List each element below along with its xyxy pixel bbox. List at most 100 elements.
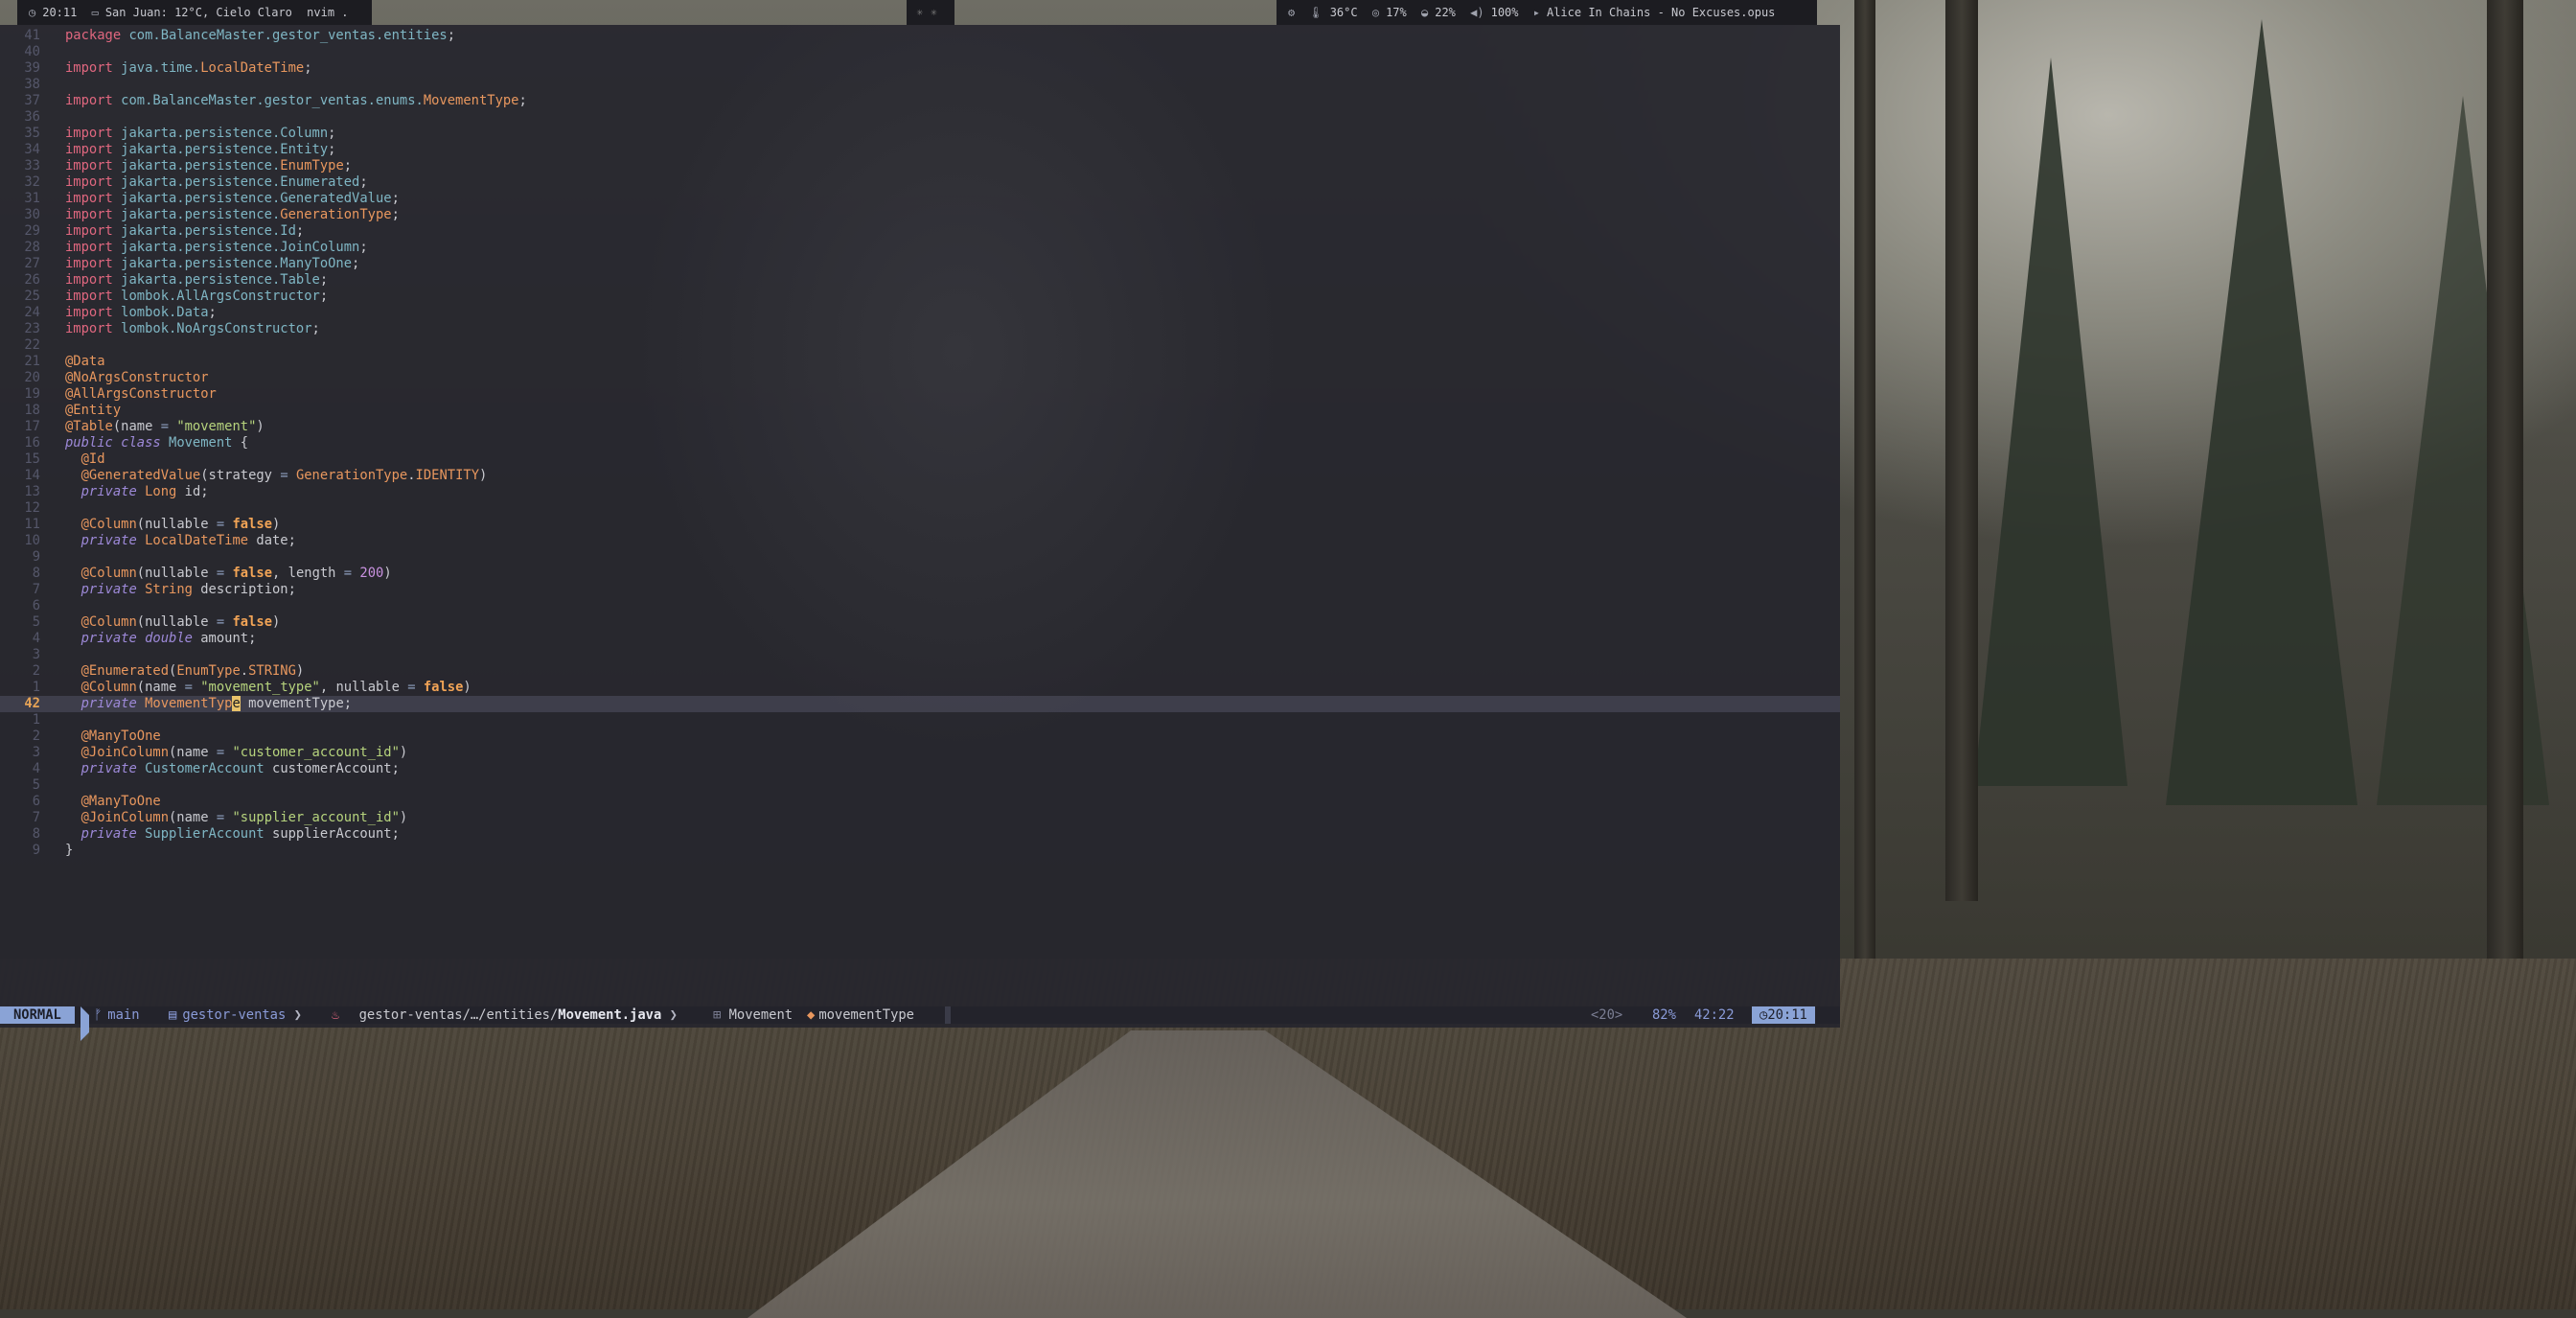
code-text[interactable]: import lombok.NoArgsConstructor; <box>65 321 320 336</box>
project-name[interactable]: ▤ gestor-ventas ❯ <box>169 1006 302 1024</box>
code-line[interactable]: 9} <box>0 843 1840 859</box>
code-line[interactable]: 12 <box>0 500 1840 517</box>
code-line[interactable]: 39 import java.time.LocalDateTime; <box>0 60 1840 77</box>
code-text[interactable]: @Data <box>65 354 105 369</box>
code-line[interactable]: 34 import jakarta.persistence.Entity; <box>0 142 1840 158</box>
code-line[interactable]: 4 private CustomerAccount customerAccoun… <box>0 761 1840 777</box>
breadcrumb-class[interactable]: ⊞ Movement <box>713 1006 793 1024</box>
code-text[interactable]: import jakarta.persistence.GenerationTyp… <box>65 207 400 222</box>
code-line[interactable]: 5 @Column(nullable = false) <box>0 614 1840 631</box>
code-buffer[interactable]: 41 package com.BalanceMaster.gestor_venta… <box>0 28 1840 859</box>
code-line[interactable]: 7 private String description; <box>0 582 1840 598</box>
code-line[interactable]: 23 import lombok.NoArgsConstructor; <box>0 321 1840 337</box>
git-branch[interactable]: ᚠ main <box>94 1006 140 1024</box>
code-line[interactable]: 17 @Table(name = "movement") <box>0 419 1840 435</box>
code-line[interactable]: 3 <box>0 647 1840 663</box>
code-text[interactable]: @JoinColumn(name = "customer_account_id"… <box>65 745 408 760</box>
code-text[interactable]: import jakarta.persistence.ManyToOne; <box>65 256 359 271</box>
code-text[interactable]: import jakarta.persistence.Column; <box>65 126 335 141</box>
code-text[interactable]: @AllArgsConstructor <box>65 386 217 402</box>
code-line[interactable]: 26 import jakarta.persistence.Table; <box>0 272 1840 289</box>
code-line[interactable]: 8 @Column(nullable = false, length = 200… <box>0 566 1840 582</box>
code-line[interactable]: 22 <box>0 337 1840 354</box>
code-line[interactable]: 10 private LocalDateTime date; <box>0 533 1840 549</box>
code-text[interactable]: import lombok.Data; <box>65 305 217 320</box>
code-text[interactable]: @Table(name = "movement") <box>65 419 264 434</box>
code-line[interactable]: 28 import jakarta.persistence.JoinColumn; <box>0 240 1840 256</box>
code-text[interactable]: package com.BalanceMaster.gestor_ventas.… <box>65 28 455 43</box>
code-line[interactable]: 21 @Data <box>0 354 1840 370</box>
code-line[interactable]: 24 import lombok.Data; <box>0 305 1840 321</box>
code-line[interactable]: 3 @JoinColumn(name = "customer_account_i… <box>0 745 1840 761</box>
code-line[interactable]: 4 private double amount; <box>0 631 1840 647</box>
code-text[interactable]: @ManyToOne <box>65 728 161 744</box>
code-line[interactable]: 6 @ManyToOne <box>0 794 1840 810</box>
code-text[interactable]: @Column(nullable = false, length = 200) <box>65 566 392 581</box>
code-line[interactable]: 25 import lombok.AllArgsConstructor; <box>0 289 1840 305</box>
code-text[interactable]: private double amount; <box>65 631 257 646</box>
code-line[interactable]: 15 @Id <box>0 451 1840 468</box>
code-text[interactable]: @NoArgsConstructor <box>65 370 209 385</box>
volume-icon[interactable]: ◀) <box>1470 6 1484 19</box>
code-text[interactable]: import jakarta.persistence.Id; <box>65 223 304 239</box>
code-text[interactable]: @ManyToOne <box>65 794 161 809</box>
code-line[interactable]: 40 <box>0 44 1840 60</box>
code-text[interactable]: import java.time.LocalDateTime; <box>65 60 312 76</box>
code-line[interactable]: 29 import jakarta.persistence.Id; <box>0 223 1840 240</box>
code-line[interactable]: 36 <box>0 109 1840 126</box>
code-line[interactable]: 30 import jakarta.persistence.GenerationT… <box>0 207 1840 223</box>
code-line[interactable]: 37 import com.BalanceMaster.gestor_ventas… <box>0 93 1840 109</box>
code-line[interactable]: 1 @Column(name = "movement_type", nullab… <box>0 680 1840 696</box>
code-line[interactable]: 19 @AllArgsConstructor <box>0 386 1840 403</box>
code-text[interactable]: @GeneratedValue(strategy = GenerationTyp… <box>65 468 488 483</box>
code-line[interactable]: 1 <box>0 712 1840 728</box>
code-line[interactable]: 2 @Enumerated(EnumType.STRING) <box>0 663 1840 680</box>
code-text[interactable]: @Entity <box>65 403 121 418</box>
code-line[interactable]: 9 <box>0 549 1840 566</box>
code-text[interactable]: import jakarta.persistence.EnumType; <box>65 158 352 173</box>
code-line[interactable]: 20 @NoArgsConstructor <box>0 370 1840 386</box>
code-text[interactable]: import lombok.AllArgsConstructor; <box>65 289 328 304</box>
code-line[interactable]: 33 import jakarta.persistence.EnumType; <box>0 158 1840 174</box>
code-line[interactable]: 8 private SupplierAccount supplierAccoun… <box>0 826 1840 843</box>
code-line[interactable]: 7 @JoinColumn(name = "supplier_account_i… <box>0 810 1840 826</box>
code-text[interactable]: private MovementType movementType; <box>65 696 352 711</box>
code-text[interactable]: private Long id; <box>65 484 209 499</box>
code-line[interactable]: 11 @Column(nullable = false) <box>0 517 1840 533</box>
code-text[interactable]: import jakarta.persistence.Table; <box>65 272 328 288</box>
code-line-current[interactable]: 42 private MovementType movementType; <box>0 696 1840 712</box>
code-text[interactable]: private CustomerAccount customerAccount; <box>65 761 400 776</box>
file-path[interactable]: ♨ gestor-ventas/…/entities/Movement.java… <box>332 1006 678 1024</box>
code-text[interactable]: import com.BalanceMaster.gestor_ventas.e… <box>65 93 527 108</box>
code-text[interactable]: @JoinColumn(name = "supplier_account_id"… <box>65 810 408 825</box>
code-text[interactable]: private SupplierAccount supplierAccount; <box>65 826 400 842</box>
code-line[interactable]: 38 <box>0 77 1840 93</box>
code-text[interactable]: @Enumerated(EnumType.STRING) <box>65 663 305 679</box>
code-line[interactable]: 18 @Entity <box>0 403 1840 419</box>
code-line[interactable]: 35 import jakarta.persistence.Column; <box>0 126 1840 142</box>
code-line[interactable]: 27 import jakarta.persistence.ManyToOne; <box>0 256 1840 272</box>
code-text[interactable]: @Column(nullable = false) <box>65 614 281 630</box>
code-text[interactable]: import jakarta.persistence.Enumerated; <box>65 174 368 190</box>
code-text[interactable]: import jakarta.persistence.GeneratedValu… <box>65 191 400 206</box>
code-line[interactable]: 31 import jakarta.persistence.GeneratedVa… <box>0 191 1840 207</box>
code-text[interactable]: import jakarta.persistence.JoinColumn; <box>65 240 368 255</box>
play-icon[interactable]: ▸ <box>1533 6 1540 19</box>
code-text[interactable]: @Id <box>65 451 105 467</box>
code-text[interactable]: } <box>65 843 73 858</box>
nvim-editor-window[interactable]: 41 package com.BalanceMaster.gestor_venta… <box>0 25 1840 1028</box>
code-text[interactable]: private LocalDateTime date; <box>65 533 296 548</box>
code-text[interactable]: @Column(nullable = false) <box>65 517 281 532</box>
code-line[interactable]: 14 @GeneratedValue(strategy = Generation… <box>0 468 1840 484</box>
workspace-indicator[interactable]: ✳✳ <box>907 0 954 25</box>
code-line[interactable]: 13 private Long id; <box>0 484 1840 500</box>
code-text[interactable]: import jakarta.persistence.Entity; <box>65 142 335 157</box>
code-line[interactable]: 16 public class Movement { <box>0 435 1840 451</box>
breadcrumb-symbol[interactable]: ◆ movementType <box>807 1006 914 1024</box>
code-text[interactable]: private String description; <box>65 582 296 597</box>
code-text[interactable]: public class Movement { <box>65 435 248 451</box>
code-line[interactable]: 6 <box>0 598 1840 614</box>
code-line[interactable]: 2 @ManyToOne <box>0 728 1840 745</box>
code-line[interactable]: 5 <box>0 777 1840 794</box>
code-line[interactable]: 32 import jakarta.persistence.Enumerated; <box>0 174 1840 191</box>
